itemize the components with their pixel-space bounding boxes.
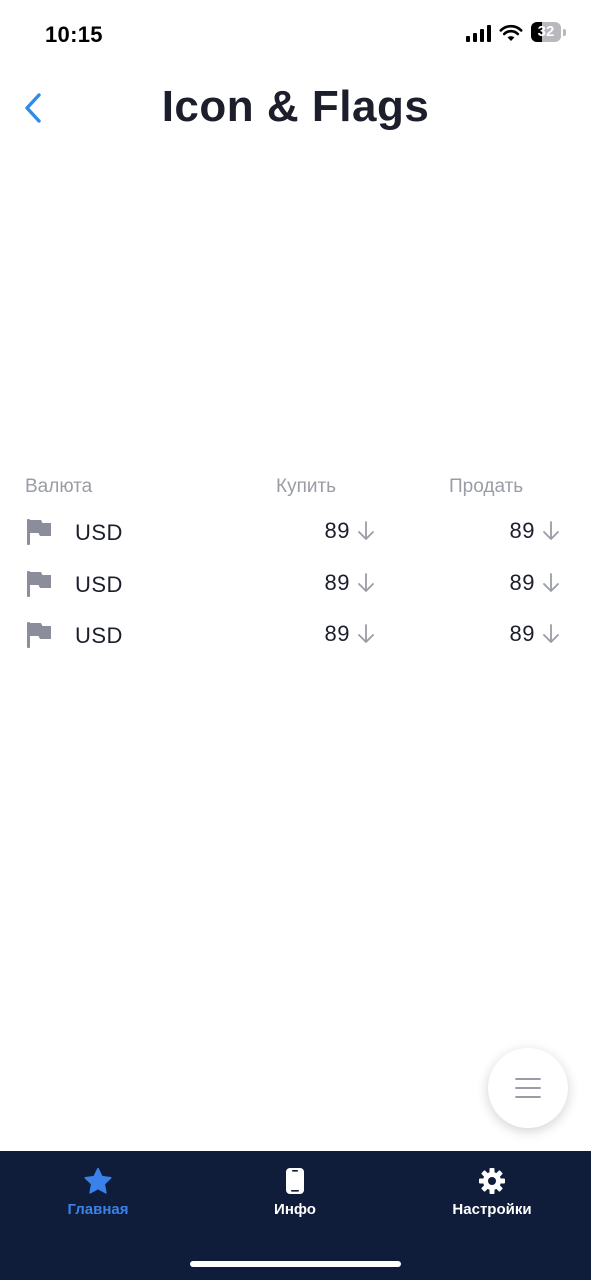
rate-row[interactable]: USD 89 89 — [0, 504, 591, 556]
column-header-currency: Валюта — [25, 476, 93, 497]
buy-value: 89 — [324, 569, 350, 595]
buy-value: 89 — [324, 518, 350, 543]
tab-settings[interactable]: Настройки — [417, 1167, 567, 1218]
header: Icon & Flags — [0, 70, 591, 150]
home-indicator — [190, 1261, 401, 1267]
status-icons: 32 — [466, 22, 567, 44]
tab-bar: Главная Инфо Настройки — [0, 1151, 591, 1280]
flag-icon — [27, 570, 51, 597]
sell-cell: 89 — [510, 570, 561, 596]
tab-home[interactable]: Главная — [23, 1167, 173, 1218]
column-header-buy: Купить — [276, 476, 337, 497]
buy-cell: 89 — [325, 570, 376, 596]
menu-fab-button[interactable] — [488, 1048, 568, 1128]
sell-value: 89 — [509, 621, 535, 646]
flag-icon — [27, 519, 51, 545]
arrow-down-icon — [358, 521, 374, 540]
sell-value: 89 — [509, 569, 535, 595]
status-bar: 10:15 32 — [0, 0, 591, 70]
buy-cell: 89 — [325, 518, 376, 544]
status-time: 10:15 — [45, 22, 103, 47]
tab-info[interactable]: Инфо — [220, 1167, 370, 1218]
tab-settings-label: Настройки — [452, 1201, 532, 1218]
buy-value: 89 — [324, 621, 350, 646]
currency-code: USD — [75, 520, 123, 545]
currency-code: USD — [75, 623, 123, 648]
menu-icon — [515, 1078, 541, 1098]
signal-icon — [466, 24, 491, 42]
rate-row[interactable]: USD 89 89 — [0, 556, 591, 608]
flag-icon — [27, 622, 51, 648]
tab-home-label: Главная — [67, 1201, 129, 1218]
page-title: Icon & Flags — [161, 82, 430, 131]
phone-icon — [286, 1168, 304, 1194]
column-header-sell: Продать — [449, 476, 524, 497]
star-icon — [84, 1167, 112, 1194]
buy-cell: 89 — [325, 621, 376, 647]
arrow-down-icon — [543, 572, 559, 592]
battery-icon: 32 — [531, 22, 567, 44]
gear-icon — [479, 1168, 505, 1194]
arrow-down-icon — [358, 572, 374, 592]
sell-value: 89 — [509, 518, 535, 543]
rates-table: Валюта Купить Продать USD 89 89 USD 89 8… — [0, 470, 591, 659]
currency-code: USD — [75, 571, 123, 597]
arrow-down-icon — [543, 521, 559, 540]
rates-table-header: Валюта Купить Продать — [0, 470, 591, 504]
arrow-down-icon — [543, 624, 559, 643]
sell-cell: 89 — [510, 518, 561, 544]
arrow-down-icon — [358, 624, 374, 643]
sell-cell: 89 — [510, 621, 561, 647]
rate-row[interactable]: USD 89 89 — [0, 607, 591, 659]
tab-info-label: Инфо — [274, 1201, 316, 1218]
wifi-icon — [499, 24, 523, 41]
battery-level: 32 — [537, 23, 555, 40]
